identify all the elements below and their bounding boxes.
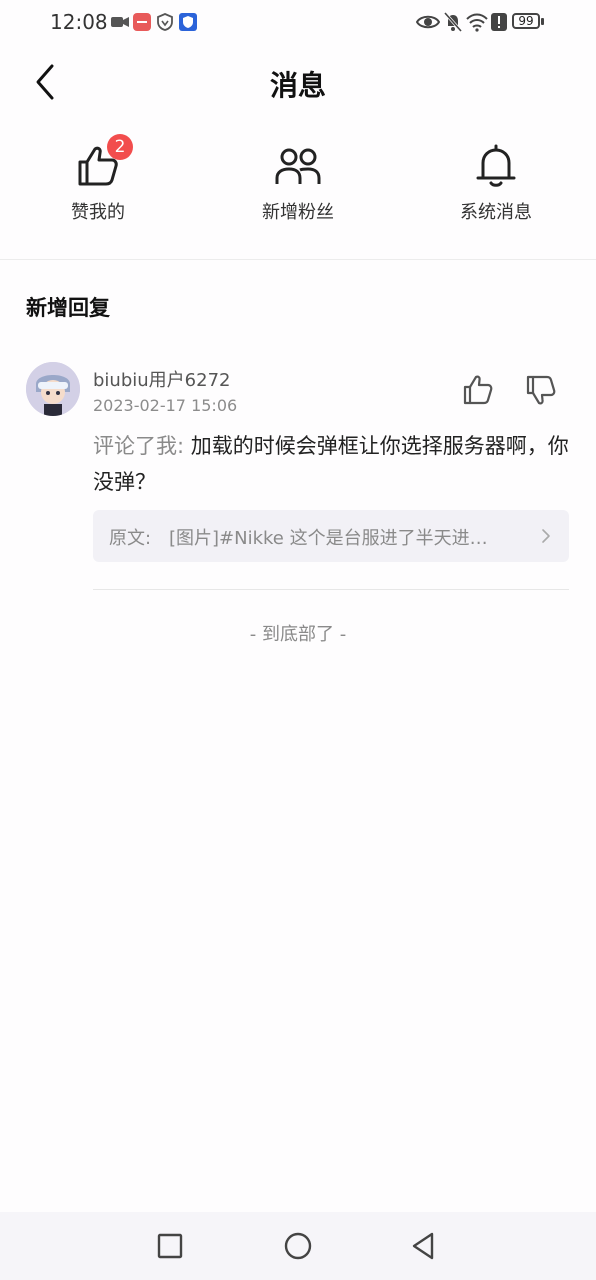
wifi-icon xyxy=(466,13,488,32)
divider xyxy=(93,589,569,590)
category-likes[interactable]: 2 赞我的 xyxy=(18,134,178,234)
battery-icon: 99 xyxy=(512,12,546,32)
back-nav-button[interactable] xyxy=(408,1230,440,1262)
eye-icon xyxy=(416,15,440,29)
divider xyxy=(0,259,596,260)
battery-level: 99 xyxy=(518,14,534,28)
home-button[interactable] xyxy=(282,1230,314,1262)
category-label: 系统消息 xyxy=(460,202,532,223)
avatar-image xyxy=(26,362,80,416)
chevron-right-icon xyxy=(542,529,550,543)
like-button[interactable] xyxy=(460,372,496,408)
notification-badge: 2 xyxy=(107,134,133,160)
original-post-link[interactable]: 原文: [图片]#Nikke 这个是台服进了半天进… xyxy=(93,510,569,562)
system-nav-bar xyxy=(0,1212,596,1280)
thumbs-up-icon xyxy=(463,375,493,405)
category-system-messages[interactable]: 系统消息 xyxy=(416,134,576,234)
timestamp: 2023-02-17 15:06 xyxy=(93,396,238,415)
page-title: 消息 xyxy=(269,69,326,102)
end-of-list-text: - 到底部了 - xyxy=(249,624,347,645)
section-title: 新增回复 xyxy=(26,296,110,320)
video-camera-icon xyxy=(111,17,129,27)
nav-header: 消息 xyxy=(0,50,596,114)
vpn-shield-icon xyxy=(157,13,173,31)
category-label: 赞我的 xyxy=(71,202,125,223)
thumbs-down-icon xyxy=(526,375,556,405)
status-time: 12:08 xyxy=(50,10,108,34)
avatar[interactable] xyxy=(26,362,80,416)
dislike-button[interactable] xyxy=(523,372,559,408)
recent-apps-button[interactable] xyxy=(154,1230,186,1262)
origin-label: 原文: xyxy=(109,528,152,549)
category-label: 新增粉丝 xyxy=(262,202,334,223)
users-icon xyxy=(275,148,321,184)
username[interactable]: biubiu用户6272 xyxy=(93,366,230,392)
status-bar: 12:08 99 xyxy=(0,0,596,46)
reply-prefix: 评论了我: xyxy=(93,434,185,458)
alert-icon xyxy=(491,13,507,31)
bell-icon xyxy=(476,144,516,187)
security-shield-icon xyxy=(179,13,197,31)
mute-bell-icon xyxy=(444,12,462,32)
app-notification-icon xyxy=(133,13,151,31)
reply-content[interactable]: 评论了我: 加载的时候会弹框让你选择服务器啊，你没弹？ xyxy=(93,428,569,500)
category-new-fans[interactable]: 新增粉丝 xyxy=(218,134,378,234)
origin-text: [图片]#Nikke 这个是台服进了半天进… xyxy=(169,528,488,549)
